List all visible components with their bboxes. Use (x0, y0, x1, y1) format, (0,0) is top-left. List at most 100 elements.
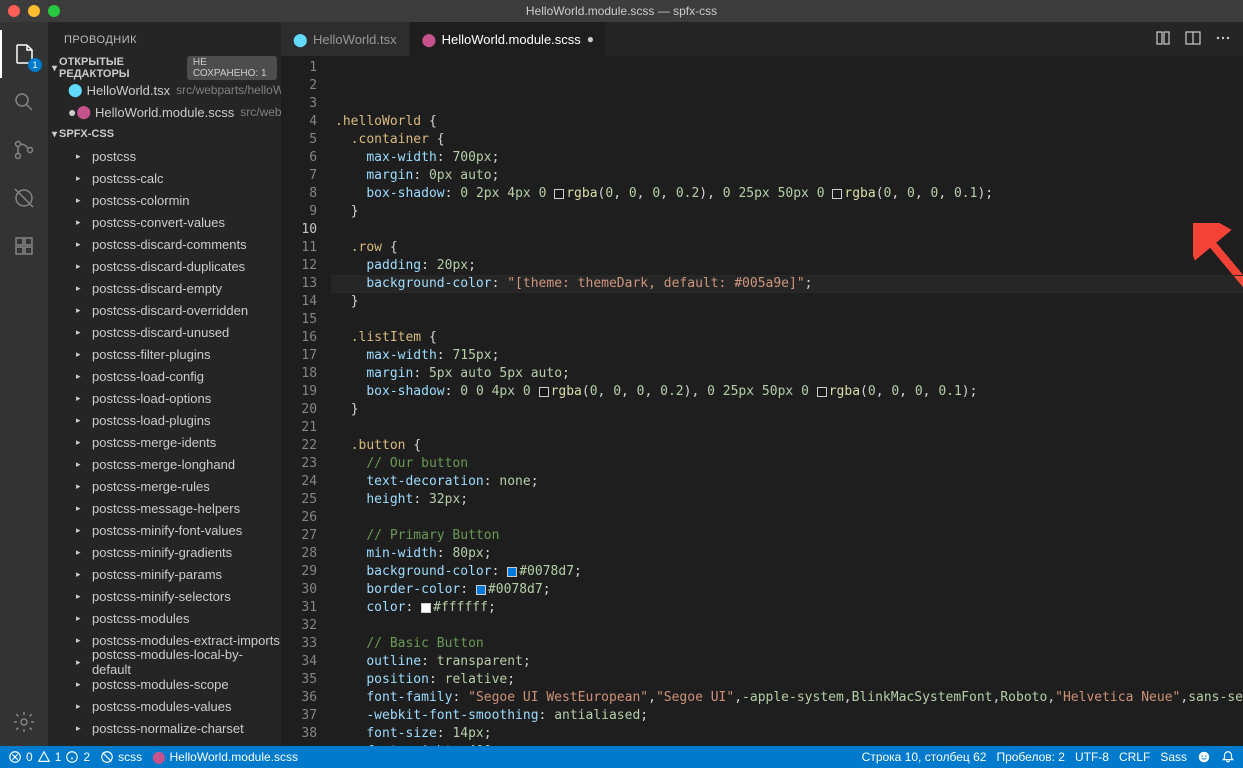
folder-item[interactable]: ▸postcss-discard-duplicates (48, 255, 281, 277)
folder-item[interactable]: ▸postcss-minify-gradients (48, 541, 281, 563)
code-line[interactable]: position: relative; (331, 671, 1243, 689)
open-editors-header[interactable]: ▾ ОТКРЫТЫЕ РЕДАКТОРЫ НЕ СОХРАНЕНО: 1 (48, 57, 281, 79)
chevron-right-icon: ▸ (76, 195, 88, 206)
search-icon[interactable] (0, 78, 48, 126)
debug-icon[interactable] (0, 174, 48, 222)
project-header[interactable]: ▾ SPFX-CSS (48, 123, 281, 145)
modified-dot-icon[interactable] (68, 104, 76, 120)
code-line[interactable]: height: 32px; (331, 491, 1243, 509)
code-line[interactable]: .container { (331, 131, 1243, 149)
code-line[interactable]: font-family: "Segoe UI WestEuropean","Se… (331, 689, 1243, 707)
status-file[interactable]: ⬤ HelloWorld.module.scss (152, 750, 298, 764)
folder-item[interactable]: ▸postcss-normalize-charset (48, 717, 281, 739)
source-control-icon[interactable] (0, 126, 48, 174)
code-line[interactable]: color: #ffffff; (331, 599, 1243, 617)
folder-item[interactable]: ▸postcss-calc (48, 167, 281, 189)
folder-item[interactable]: ▸postcss-minify-selectors (48, 585, 281, 607)
status-language[interactable]: Sass (1160, 750, 1187, 764)
folder-item[interactable]: ▸postcss-convert-values (48, 211, 281, 233)
folder-item[interactable]: ▸postcss-discard-empty (48, 277, 281, 299)
code-line[interactable]: } (331, 401, 1243, 419)
code-line[interactable]: // Basic Button (331, 635, 1243, 653)
status-problems[interactable]: 0 1 2 (8, 750, 90, 764)
folder-item[interactable]: ▸postcss-discard-unused (48, 321, 281, 343)
settings-gear-icon[interactable] (0, 698, 48, 746)
folder-item[interactable]: ▸ postcss-colormin (48, 189, 281, 211)
code-line[interactable]: -webkit-font-smoothing: antialiased; (331, 707, 1243, 725)
file-icon: ⬤ (68, 82, 83, 98)
code-line[interactable]: .helloWorld { (331, 113, 1243, 131)
code-line[interactable]: .row { (331, 239, 1243, 257)
code-line[interactable] (331, 419, 1243, 437)
folder-item[interactable]: ▸postcss-discard-overridden (48, 299, 281, 321)
file-path: src/webparts/helloWor... (176, 83, 281, 97)
status-feedback-icon[interactable] (1197, 750, 1211, 764)
code-line[interactable]: max-width: 700px; (331, 149, 1243, 167)
code-line[interactable]: padding: 20px; (331, 257, 1243, 275)
file-name: HelloWorld.tsx (87, 83, 171, 98)
code-line[interactable]: background-color: "[theme: themeDark, de… (331, 275, 1243, 293)
window-maximize-button[interactable] (48, 5, 60, 17)
code-line[interactable]: background-color: #0078d7; (331, 563, 1243, 581)
chevron-right-icon: ▸ (76, 261, 88, 272)
status-encoding[interactable]: UTF-8 (1075, 750, 1109, 764)
folder-item[interactable]: ▸postcss-merge-idents (48, 431, 281, 453)
folder-item[interactable]: ▸postcss-modules-values (48, 695, 281, 717)
window-close-button[interactable] (8, 5, 20, 17)
window-minimize-button[interactable] (28, 5, 40, 17)
code-line[interactable] (331, 311, 1243, 329)
folder-item[interactable]: ▸postcss-modules (48, 607, 281, 629)
code-line[interactable]: } (331, 203, 1243, 221)
code-line[interactable]: border-color: #0078d7; (331, 581, 1243, 599)
folder-item[interactable]: ▸postcss-load-config (48, 365, 281, 387)
code-line[interactable]: text-decoration: none; (331, 473, 1243, 491)
code-line[interactable]: box-shadow: 0 0 4px 0 rgba(0, 0, 0, 0.2)… (331, 383, 1243, 401)
status-lang-check[interactable]: scss (100, 750, 142, 764)
status-indentation[interactable]: Пробелов: 2 (996, 750, 1065, 764)
code-line[interactable]: outline: transparent; (331, 653, 1243, 671)
chevron-right-icon: ▸ (76, 371, 88, 382)
code-line[interactable]: font-size: 14px; (331, 725, 1243, 743)
code-line[interactable]: margin: 0px auto; (331, 167, 1243, 185)
status-notifications-icon[interactable] (1221, 750, 1235, 764)
open-editor-item[interactable]: ⬤ HelloWorld.tsx src/webparts/helloWor..… (48, 79, 281, 101)
more-icon[interactable] (1215, 30, 1231, 49)
code-line[interactable]: box-shadow: 0 2px 4px 0 rgba(0, 0, 0, 0.… (331, 185, 1243, 203)
folder-item[interactable]: ▸postcss-minify-params (48, 563, 281, 585)
folder-item[interactable]: ▸postcss (48, 145, 281, 167)
tab[interactable]: ⬤ HelloWorld.tsx (281, 22, 410, 56)
folder-item[interactable]: ▸postcss-load-plugins (48, 409, 281, 431)
split-editor-icon[interactable] (1185, 30, 1201, 49)
chevron-right-icon: ▸ (76, 305, 88, 316)
folder-item[interactable]: ▸postcss-load-options (48, 387, 281, 409)
code-line[interactable] (331, 509, 1243, 527)
folder-item[interactable]: ▸postcss-message-helpers (48, 497, 281, 519)
explorer-icon[interactable]: 1 (0, 30, 48, 78)
folder-item[interactable]: ▸postcss-minify-font-values (48, 519, 281, 541)
code-line[interactable]: min-width: 80px; (331, 545, 1243, 563)
folder-item[interactable]: ▸postcss-merge-longhand (48, 453, 281, 475)
folder-name: postcss-merge-rules (92, 479, 210, 494)
code-editor[interactable]: 1234567891011121314151617181920212223242… (281, 57, 1243, 746)
code-line[interactable]: .button { (331, 437, 1243, 455)
code-line[interactable]: margin: 5px auto 5px auto; (331, 365, 1243, 383)
code-line[interactable]: // Our button (331, 455, 1243, 473)
code-line[interactable] (331, 221, 1243, 239)
code-line[interactable]: // Primary Button (331, 527, 1243, 545)
code-line[interactable]: .listItem { (331, 329, 1243, 347)
status-eol[interactable]: CRLF (1119, 750, 1150, 764)
extensions-icon[interactable] (0, 222, 48, 270)
code-line[interactable]: } (331, 293, 1243, 311)
folder-item[interactable]: ▸postcss-modules-local-by-default (48, 651, 281, 673)
code-line[interactable]: max-width: 715px; (331, 347, 1243, 365)
folder-item[interactable]: ▸postcss-merge-rules (48, 475, 281, 497)
compare-changes-icon[interactable] (1155, 30, 1171, 49)
folder-item[interactable]: ▸postcss-discard-comments (48, 233, 281, 255)
code-line[interactable]: font-weight: 400; (331, 743, 1243, 746)
folder-name: postcss-colormin (92, 193, 190, 208)
status-cursor[interactable]: Строка 10, столбец 62 (862, 750, 987, 764)
folder-item[interactable]: ▸postcss-filter-plugins (48, 343, 281, 365)
code-line[interactable] (331, 617, 1243, 635)
tab[interactable]: ⬤ HelloWorld.module.scss ● (410, 22, 607, 56)
open-editor-item[interactable]: ⬤ HelloWorld.module.scss src/webparts... (48, 101, 281, 123)
